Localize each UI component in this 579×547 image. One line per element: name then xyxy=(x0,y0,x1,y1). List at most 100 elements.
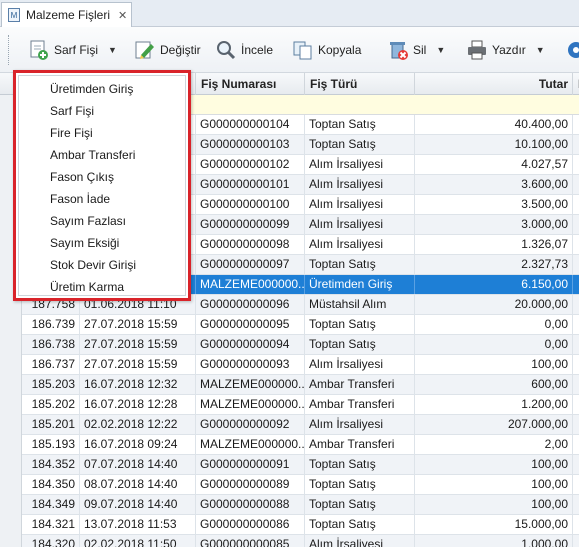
table-row[interactable]: 185.202 16.07.2018 12:28 MALZEME000000... A… xyxy=(22,395,579,415)
close-icon[interactable]: ✕ xyxy=(118,9,127,22)
table-row[interactable]: 184.349 09.07.2018 14:40 G000000000088 Topt… xyxy=(22,495,579,515)
sil-button[interactable]: Sil ▼ xyxy=(387,36,445,64)
cell-fis-numarasi: MALZEME000000... xyxy=(196,395,305,414)
sarf-fisi-icon xyxy=(28,39,50,61)
table-row[interactable]: 184.350 08.07.2018 14:40 G000000000089 Topt… xyxy=(22,475,579,495)
cell-fis-turu: Ambar Transferi xyxy=(305,395,415,414)
menu-item[interactable]: Fason İade xyxy=(50,188,110,210)
cell-fis-numarasi: G000000000088 xyxy=(196,495,305,514)
table-row[interactable]: 185.203 16.07.2018 12:32 MALZEME000000... A… xyxy=(22,375,579,395)
sarf-fisi-dropdown-menu: Üretimden Giriş Sarf Fişi Fire Fişi Ambar T… xyxy=(13,70,191,301)
cell-fis-numarasi: G000000000092 xyxy=(196,415,305,434)
cell-tutar: 0,00 xyxy=(415,335,573,354)
menu-item[interactable]: Fason Çıkış xyxy=(50,166,114,188)
cell-fis-turu: Toptan Satış xyxy=(305,135,415,154)
table-row[interactable]: 184.320 02.02.2018 11:50 G000000000085 Alım… xyxy=(22,535,579,547)
table-row[interactable]: 185.193 16.07.2018 09:24 MALZEME000000... A… xyxy=(22,435,579,455)
cell-ref: 186.739 xyxy=(22,315,80,334)
cell-fis-numarasi: G000000000103 xyxy=(196,135,305,154)
cell-fis-numarasi: G000000000101 xyxy=(196,175,305,194)
cell-ref: 186.738 xyxy=(22,335,80,354)
table-row[interactable]: 184.352 07.07.2018 14:40 G000000000091 Topt… xyxy=(22,455,579,475)
cell-fis-numarasi: G000000000099 xyxy=(196,215,305,234)
cell-date: 27.07.2018 15:59 xyxy=(80,315,196,334)
cell-tutar: 2.327,73 xyxy=(415,255,573,274)
cell-fis-turu: Alım İrsaliyesi xyxy=(305,215,415,234)
cell-tutar: 207.000,00 xyxy=(415,415,573,434)
menu-item[interactable]: Fire Fişi xyxy=(50,122,93,144)
menu-item[interactable]: Sarf Fişi xyxy=(50,100,94,122)
cell-fis-turu: Toptan Satış xyxy=(305,455,415,474)
cell-tutar: 15.000,00 xyxy=(415,515,573,534)
cell-date: 07.07.2018 14:40 xyxy=(80,455,196,474)
cell-ref: 184.320 xyxy=(22,535,80,547)
cell-tutar: 6.150,00 xyxy=(415,275,573,294)
menu-item[interactable]: Ambar Transferi xyxy=(50,144,135,166)
degistir-button[interactable]: Değiştir xyxy=(134,36,201,64)
tab-bar: M Malzeme Fişleri ✕ xyxy=(0,0,579,27)
menu-item[interactable]: Stok Devir Girişi xyxy=(50,254,136,276)
degistir-label: Değiştir xyxy=(160,43,201,57)
tab-malzeme-fisleri[interactable]: M Malzeme Fişleri ✕ xyxy=(1,2,132,27)
cell-tutar: 100,00 xyxy=(415,455,573,474)
cell-fis-turu: Alım İrsaliyesi xyxy=(305,535,415,547)
cell-fis-numarasi: G000000000104 xyxy=(196,115,305,134)
cell-date: 27.07.2018 15:59 xyxy=(80,355,196,374)
menu-item[interactable]: Sayım Fazlası xyxy=(50,210,126,232)
toolbar-grip[interactable] xyxy=(8,35,11,65)
table-row[interactable]: 184.321 13.07.2018 11:53 G000000000086 Topt… xyxy=(22,515,579,535)
cell-fis-numarasi: G000000000089 xyxy=(196,475,305,494)
kopyala-label: Kopyala xyxy=(318,43,362,57)
cell-fis-turu: Müstahsil Alım xyxy=(305,295,415,314)
cell-fis-numarasi: G000000000091 xyxy=(196,455,305,474)
cell-fis-numarasi: G000000000086 xyxy=(196,515,305,534)
header-fis-turu[interactable]: Fiş Türü xyxy=(305,73,415,95)
chevron-down-icon[interactable]: ▼ xyxy=(108,45,117,55)
cell-fis-turu: Alım İrsaliyesi xyxy=(305,195,415,214)
yazdir-label: Yazdır xyxy=(492,43,526,57)
header-fis-numarasi[interactable]: Fiş Numarası xyxy=(196,73,305,95)
sarf-fisi-button[interactable]: Sarf Fişi ▼ xyxy=(28,36,117,64)
table-row[interactable]: 186.738 27.07.2018 15:59 G000000000094 Topt… xyxy=(22,335,579,355)
sil-label: Sil xyxy=(413,43,427,57)
cell-fis-turu: Alım İrsaliyesi xyxy=(305,415,415,434)
table-row[interactable]: 185.201 02.02.2018 12:22 G000000000092 Alım… xyxy=(22,415,579,435)
cell-ref: 184.321 xyxy=(22,515,80,534)
incele-button[interactable]: İncele xyxy=(215,36,273,64)
yazdir-button[interactable]: Yazdır ▼ xyxy=(466,36,545,64)
chevron-down-icon[interactable]: ▼ xyxy=(436,45,445,55)
cell-fis-turu: Ambar Transferi xyxy=(305,435,415,454)
cell-fis-numarasi: MALZEME000000... xyxy=(196,435,305,454)
degistir-icon xyxy=(134,39,156,61)
cell-ref: 185.193 xyxy=(22,435,80,454)
cell-fis-turu: Alım İrsaliyesi xyxy=(305,155,415,174)
header-tutar[interactable]: Tutar xyxy=(415,73,573,95)
cell-fis-numarasi: G000000000097 xyxy=(196,255,305,274)
cell-date: 09.07.2018 14:40 xyxy=(80,495,196,514)
cell-date: 16.07.2018 09:24 xyxy=(80,435,196,454)
menu-item[interactable]: Üretim Karma xyxy=(50,276,124,298)
table-row[interactable]: 186.739 27.07.2018 15:59 G000000000095 Topt… xyxy=(22,315,579,335)
kopyala-button[interactable]: Kopyala xyxy=(292,36,361,64)
cell-fis-turu: Toptan Satış xyxy=(305,515,415,534)
cell-fis-numarasi: MALZEME000000... xyxy=(196,275,305,294)
cell-fis-turu: Alım İrsaliyesi xyxy=(305,175,415,194)
cell-date: 02.02.2018 11:50 xyxy=(80,535,196,547)
menu-item[interactable]: Sayım Eksiği xyxy=(50,232,119,254)
header-extra[interactable]: F xyxy=(573,73,579,95)
toolbar: Sarf Fişi ▼ Değiştir İncele Kopyala Sil … xyxy=(0,27,579,73)
cell-tutar: 1.326,07 xyxy=(415,235,573,254)
cell-fis-numarasi: G000000000102 xyxy=(196,155,305,174)
cell-tutar: 100,00 xyxy=(415,475,573,494)
menu-item[interactable]: Üretimden Giriş xyxy=(50,78,133,100)
table-row[interactable]: 186.737 27.07.2018 15:59 G000000000093 Alım… xyxy=(22,355,579,375)
cell-fis-numarasi: G000000000100 xyxy=(196,195,305,214)
cell-date: 16.07.2018 12:28 xyxy=(80,395,196,414)
cell-ref: 184.350 xyxy=(22,475,80,494)
chevron-down-icon[interactable]: ▼ xyxy=(536,45,545,55)
cell-tutar: 20.000,00 xyxy=(415,295,573,314)
cell-tutar: 100,00 xyxy=(415,495,573,514)
cell-tutar: 4.027,57 xyxy=(415,155,573,174)
settings-button[interactable] xyxy=(565,36,579,64)
cell-date: 16.07.2018 12:32 xyxy=(80,375,196,394)
